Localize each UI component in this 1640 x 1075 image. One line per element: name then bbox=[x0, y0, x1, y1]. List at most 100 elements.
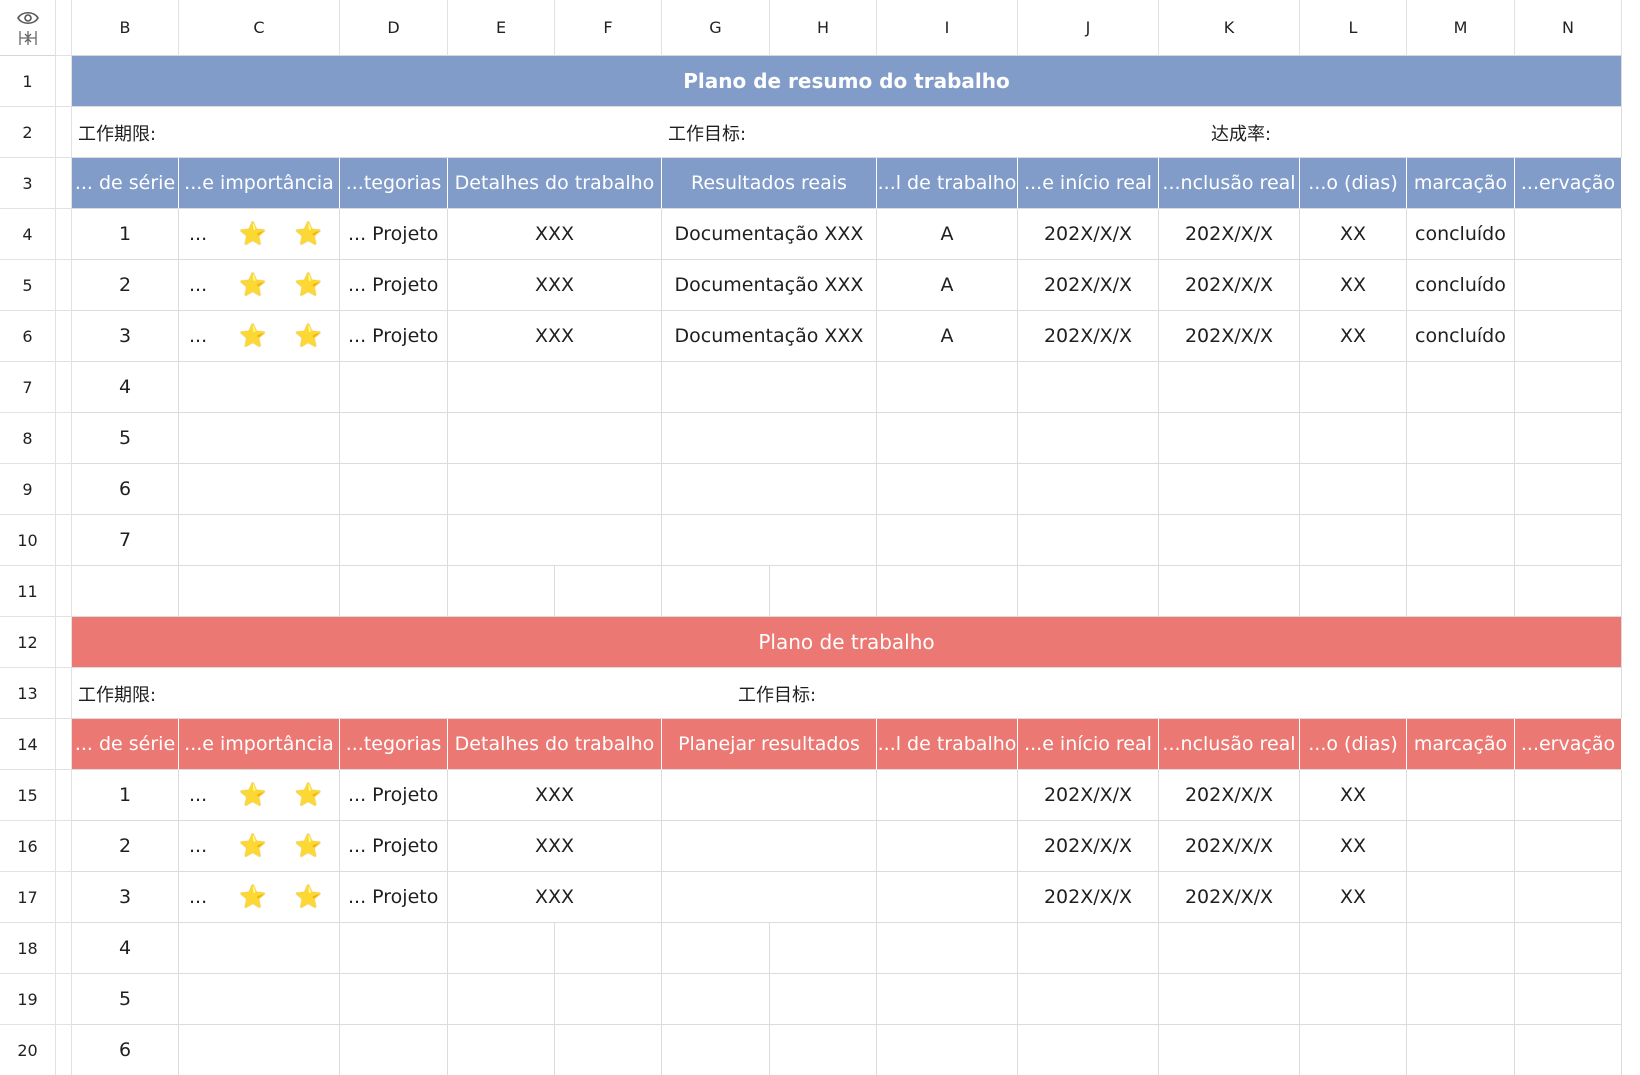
column-header-i[interactable]: I bbox=[877, 0, 1018, 56]
empty-cell[interactable] bbox=[662, 1025, 770, 1075]
summary-note-cell[interactable] bbox=[1515, 260, 1622, 311]
summary-header-level[interactable]: ...l de trabalho bbox=[877, 158, 1018, 209]
plan-title-banner[interactable]: Plano de trabalho bbox=[72, 617, 1622, 668]
column-header-l[interactable]: L bbox=[1300, 0, 1407, 56]
plan-serial-cell[interactable]: 2 bbox=[72, 821, 179, 872]
plan-importance-cell[interactable]: ... ⭐ ⭐ bbox=[179, 872, 340, 923]
empty-cell[interactable] bbox=[448, 413, 662, 464]
row-header-13[interactable]: 13 bbox=[0, 668, 56, 719]
empty-cell[interactable] bbox=[1407, 515, 1515, 566]
summary-level-cell[interactable]: A bbox=[877, 209, 1018, 260]
plan-mark-cell[interactable] bbox=[1407, 872, 1515, 923]
empty-cell[interactable] bbox=[1300, 566, 1407, 617]
plan-result-cell[interactable] bbox=[662, 770, 877, 821]
empty-cell[interactable] bbox=[1159, 413, 1300, 464]
row-header-14[interactable]: 14 bbox=[0, 719, 56, 770]
empty-cell[interactable] bbox=[179, 566, 340, 617]
empty-cell[interactable] bbox=[1515, 413, 1622, 464]
summary-header-result[interactable]: Resultados reais bbox=[662, 158, 877, 209]
empty-cell[interactable] bbox=[662, 515, 877, 566]
summary-category-cell[interactable]: ... Projeto bbox=[340, 260, 448, 311]
empty-cell[interactable] bbox=[1159, 566, 1300, 617]
column-header-g[interactable]: G bbox=[662, 0, 770, 56]
row-header-20[interactable]: 20 bbox=[0, 1025, 56, 1075]
empty-cell[interactable] bbox=[1159, 362, 1300, 413]
empty-cell[interactable] bbox=[1407, 362, 1515, 413]
summary-result-cell[interactable]: Documentação XXX bbox=[662, 209, 877, 260]
serial-cell[interactable]: 7 bbox=[72, 515, 179, 566]
plan-days-cell[interactable]: XX bbox=[1300, 821, 1407, 872]
empty-cell[interactable] bbox=[340, 566, 448, 617]
empty-cell[interactable] bbox=[662, 974, 770, 1025]
empty-cell[interactable] bbox=[340, 413, 448, 464]
summary-start-date-cell[interactable]: 202X/X/X bbox=[1018, 311, 1159, 362]
serial-cell[interactable]: 4 bbox=[72, 923, 179, 974]
empty-cell[interactable] bbox=[1407, 923, 1515, 974]
summary-serial-cell[interactable]: 1 bbox=[72, 209, 179, 260]
row-header-1[interactable]: 1 bbox=[0, 56, 56, 107]
row-header-17[interactable]: 17 bbox=[0, 872, 56, 923]
summary-importance-cell[interactable]: ... ⭐ ⭐ bbox=[179, 311, 340, 362]
plan-result-cell[interactable] bbox=[662, 872, 877, 923]
plan-header-importance[interactable]: ...e importância bbox=[179, 719, 340, 770]
plan-category-cell[interactable]: ... Projeto bbox=[340, 821, 448, 872]
empty-cell[interactable] bbox=[1515, 974, 1622, 1025]
plan-info-row[interactable] bbox=[72, 668, 1622, 719]
empty-cell[interactable] bbox=[179, 1025, 340, 1075]
empty-cell[interactable] bbox=[1300, 515, 1407, 566]
summary-result-cell[interactable]: Documentação XXX bbox=[662, 311, 877, 362]
summary-importance-cell[interactable]: ... ⭐ ⭐ bbox=[179, 260, 340, 311]
plan-serial-cell[interactable]: 1 bbox=[72, 770, 179, 821]
row-header-12[interactable]: 12 bbox=[0, 617, 56, 668]
empty-cell[interactable] bbox=[662, 413, 877, 464]
empty-cell[interactable] bbox=[1159, 974, 1300, 1025]
serial-cell[interactable]: 6 bbox=[72, 1025, 179, 1075]
summary-mark-cell[interactable]: concluído bbox=[1407, 209, 1515, 260]
row-header-8[interactable]: 8 bbox=[0, 413, 56, 464]
empty-cell[interactable] bbox=[1300, 974, 1407, 1025]
empty-cell[interactable] bbox=[1018, 413, 1159, 464]
empty-cell[interactable] bbox=[1515, 566, 1622, 617]
plan-header-category[interactable]: ...tegorias bbox=[340, 719, 448, 770]
empty-cell[interactable] bbox=[179, 413, 340, 464]
summary-details-cell[interactable]: XXX bbox=[448, 260, 662, 311]
empty-cell[interactable] bbox=[877, 515, 1018, 566]
row-header-19[interactable]: 19 bbox=[0, 974, 56, 1025]
summary-header-importance[interactable]: ...e importância bbox=[179, 158, 340, 209]
plan-importance-cell[interactable]: ... ⭐ ⭐ bbox=[179, 821, 340, 872]
empty-cell[interactable] bbox=[877, 1025, 1018, 1075]
summary-header-days[interactable]: ...o (dias) bbox=[1300, 158, 1407, 209]
serial-cell[interactable]: 5 bbox=[72, 974, 179, 1025]
eye-icon[interactable] bbox=[16, 10, 39, 26]
serial-cell[interactable]: 6 bbox=[72, 464, 179, 515]
summary-note-cell[interactable] bbox=[1515, 311, 1622, 362]
empty-cell[interactable] bbox=[1018, 515, 1159, 566]
column-header-j[interactable]: J bbox=[1018, 0, 1159, 56]
column-header-d[interactable]: D bbox=[340, 0, 448, 56]
empty-cell[interactable] bbox=[555, 1025, 662, 1075]
row-header-7[interactable]: 7 bbox=[0, 362, 56, 413]
empty-cell[interactable] bbox=[877, 923, 1018, 974]
summary-level-cell[interactable]: A bbox=[877, 311, 1018, 362]
summary-end-date-cell[interactable]: 202X/X/X bbox=[1159, 209, 1300, 260]
summary-header-details[interactable]: Detalhes do trabalho bbox=[448, 158, 662, 209]
empty-cell[interactable] bbox=[448, 1025, 555, 1075]
summary-category-cell[interactable]: ... Projeto bbox=[340, 311, 448, 362]
empty-cell[interactable] bbox=[877, 362, 1018, 413]
plan-header-note[interactable]: ...ervação bbox=[1515, 719, 1622, 770]
plan-category-cell[interactable]: ... Projeto bbox=[340, 872, 448, 923]
plan-category-cell[interactable]: ... Projeto bbox=[340, 770, 448, 821]
empty-cell[interactable] bbox=[555, 923, 662, 974]
plan-note-cell[interactable] bbox=[1515, 821, 1622, 872]
empty-cell[interactable] bbox=[1515, 362, 1622, 413]
plan-header-end[interactable]: ...nclusão real bbox=[1159, 719, 1300, 770]
summary-result-cell[interactable]: Documentação XXX bbox=[662, 260, 877, 311]
row-header-6[interactable]: 6 bbox=[0, 311, 56, 362]
empty-cell[interactable] bbox=[340, 1025, 448, 1075]
summary-start-date-cell[interactable]: 202X/X/X bbox=[1018, 260, 1159, 311]
row-header-2[interactable]: 2 bbox=[0, 107, 56, 158]
plan-note-cell[interactable] bbox=[1515, 872, 1622, 923]
summary-mark-cell[interactable]: concluído bbox=[1407, 311, 1515, 362]
plan-end-date-cell[interactable]: 202X/X/X bbox=[1159, 770, 1300, 821]
plan-importance-cell[interactable]: ... ⭐ ⭐ bbox=[179, 770, 340, 821]
